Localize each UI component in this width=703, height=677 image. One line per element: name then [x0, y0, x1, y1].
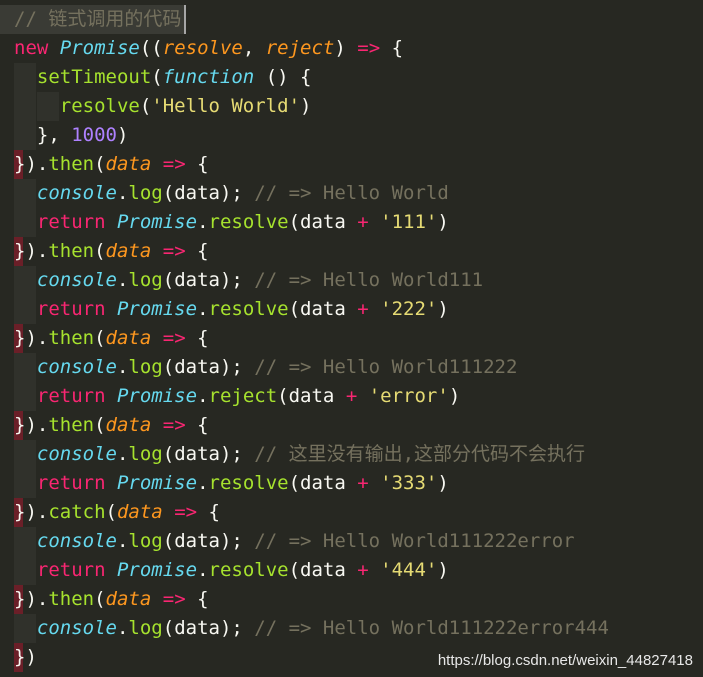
code-text: console.log(data); // => Hello World111 [36, 269, 484, 291]
code-text: }).then(data => { [14, 588, 209, 610]
code-editor[interactable]: // 链式调用的代码 new Promise((resolve, reject) … [0, 0, 703, 677]
code-text: console.log(data); // 这里没有输出,这部分代码不会执行 [36, 443, 586, 465]
code-text: }).catch(data => { [14, 501, 220, 523]
code-text: // 链式调用的代码 [14, 8, 182, 30]
code-line: return Promise.resolve(data + '222') [0, 295, 703, 324]
code-line: console.log(data); // => Hello World111 [0, 266, 703, 295]
code-line: return Promise.resolve(data + '444') [0, 556, 703, 585]
code-text: new Promise((resolve, reject) => { [14, 37, 404, 59]
code-text: console.log(data); // => Hello World [36, 182, 449, 204]
code-text: setTimeout(function () { [36, 66, 312, 88]
code-line: resolve('Hello World') [0, 92, 703, 121]
code-line: }).then(data => { [0, 411, 703, 440]
code-line: console.log(data); // 这里没有输出,这部分代码不会执行 [0, 440, 703, 469]
code-text: console.log(data); // => Hello World1112… [36, 530, 575, 552]
code-text: return Promise.resolve(data + '111') [36, 211, 449, 233]
code-line: console.log(data); // => Hello World1112… [0, 614, 703, 643]
code-text: }).then(data => { [14, 414, 209, 436]
code-line: return Promise.resolve(data + '111') [0, 208, 703, 237]
code-line: return Promise.resolve(data + '333') [0, 469, 703, 498]
code-line: console.log(data); // => Hello World [0, 179, 703, 208]
code-line: }).then(data => { [0, 150, 703, 179]
code-text: console.log(data); // => Hello World1112… [36, 617, 609, 639]
code-text: return Promise.resolve(data + '222') [36, 298, 449, 320]
code-line: return Promise.reject(data + 'error') [0, 382, 703, 411]
code-text: return Promise.resolve(data + '333') [36, 472, 449, 494]
code-line: setTimeout(function () { [0, 63, 703, 92]
code-text: console.log(data); // => Hello World1112… [36, 356, 518, 378]
code-line: console.log(data); // => Hello World1112… [0, 527, 703, 556]
code-line: }).then(data => { [0, 585, 703, 614]
code-text: }) [14, 646, 37, 668]
code-text: return Promise.resolve(data + '444') [36, 559, 449, 581]
code-text: }, 1000) [14, 124, 129, 146]
code-text: }).then(data => { [14, 327, 209, 349]
code-line: }).catch(data => { [0, 498, 703, 527]
code-text: }).then(data => { [14, 240, 209, 262]
code-text: resolve('Hello World') [59, 95, 312, 117]
watermark-url: https://blog.csdn.net/weixin_44827418 [437, 652, 693, 669]
code-line: }).then(data => { [0, 324, 703, 353]
code-text: }).then(data => { [14, 153, 209, 175]
code-text: return Promise.reject(data + 'error') [36, 385, 461, 407]
code-line: console.log(data); // => Hello World1112… [0, 353, 703, 382]
code-line: new Promise((resolve, reject) => { [0, 34, 703, 63]
code-line: }).then(data => { [0, 237, 703, 266]
code-line: // 链式调用的代码 [0, 5, 703, 34]
code-line: }, 1000) [0, 121, 703, 150]
